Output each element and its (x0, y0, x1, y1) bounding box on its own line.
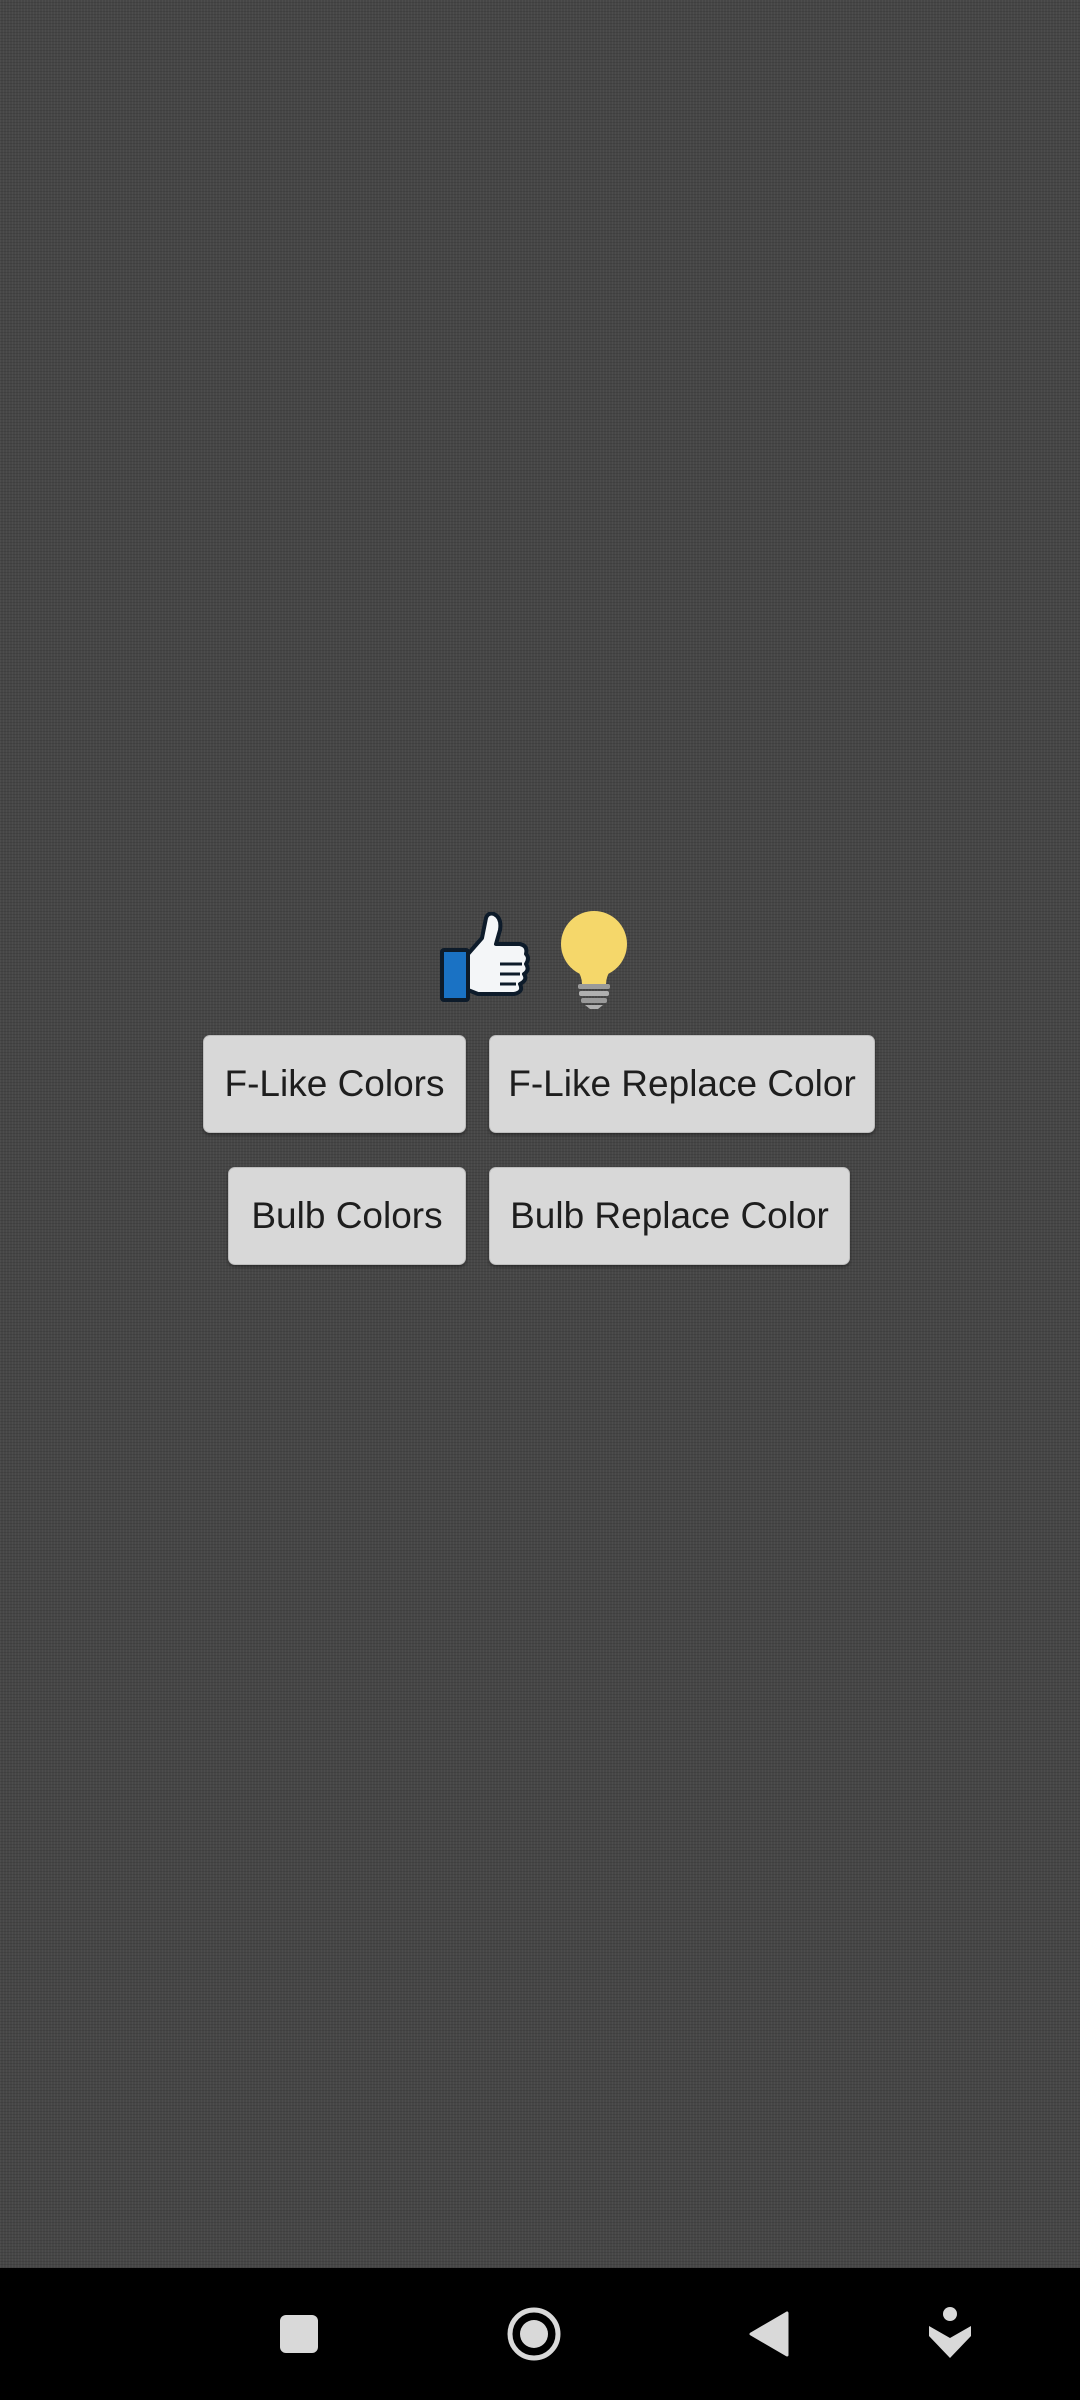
f-like-replace-color-button[interactable]: F-Like Replace Color (489, 1035, 875, 1133)
bulb-colors-button[interactable]: Bulb Colors (228, 1167, 466, 1265)
accessibility-icon (929, 2307, 971, 2358)
navigation-bar (0, 2268, 1080, 2400)
app-content-area: F-Like Colors F-Like Replace Color Bulb … (0, 0, 1080, 2268)
f-like-colors-button[interactable]: F-Like Colors (203, 1035, 466, 1133)
circle-icon (507, 2307, 561, 2361)
light-bulb-icon (561, 911, 627, 1009)
icon-row (0, 911, 1080, 1012)
triangle-back-icon (749, 2311, 789, 2357)
bulb-replace-color-button[interactable]: Bulb Replace Color (489, 1167, 850, 1265)
square-icon (280, 2315, 318, 2353)
home-button[interactable] (474, 2268, 594, 2400)
back-button[interactable] (709, 2268, 829, 2400)
recents-button[interactable] (239, 2268, 359, 2400)
screen: F-Like Colors F-Like Replace Color Bulb … (0, 0, 1080, 2400)
thumbs-up-icon (440, 912, 530, 1002)
accessibility-button[interactable] (890, 2268, 1010, 2400)
